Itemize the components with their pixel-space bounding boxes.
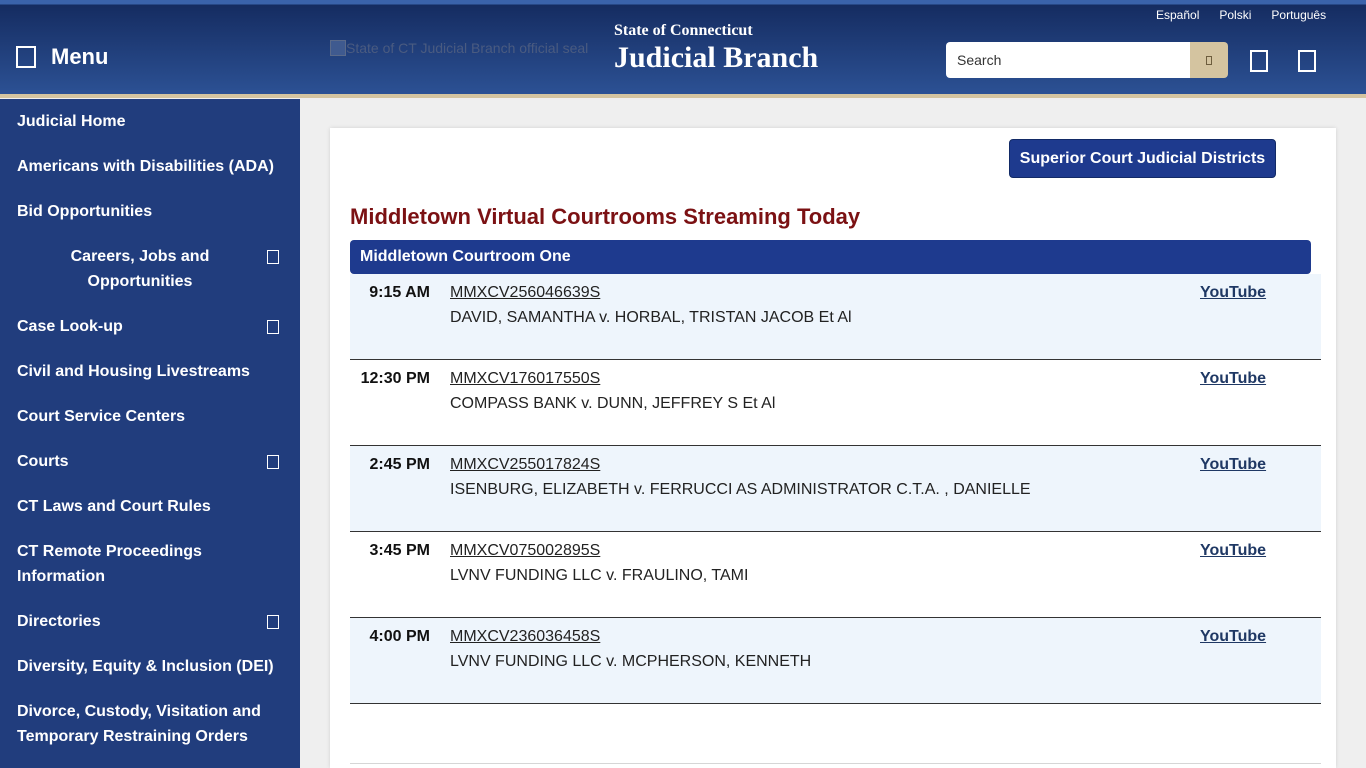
superior-court-districts-button[interactable]: Superior Court Judicial Districts	[1009, 139, 1276, 178]
expand-icon[interactable]	[267, 320, 279, 334]
sidebar-item-label: Diversity, Equity & Inclusion (DEI)	[17, 658, 274, 675]
sidebar-nav: Judicial Home Americans with Disabilitie…	[0, 99, 300, 768]
session-info: MMXCV176017550S COMPASS BANK v. DUNN, JE…	[450, 366, 775, 416]
seal-alt-text: State of CT Judicial Branch official sea…	[346, 40, 589, 56]
brand-title: Judicial Branch	[614, 41, 819, 74]
session-info: MMXCV255017824S ISENBURG, ELIZABETH v. F…	[450, 452, 1031, 502]
sidebar-item-label: CT Remote Proceedings Information	[17, 543, 202, 585]
site-brand-link[interactable]: State of Connecticut Judicial Branch	[614, 22, 818, 74]
blank-square-icon[interactable]	[1250, 50, 1268, 72]
case-number-link[interactable]: MMXCV075002895S	[450, 538, 748, 563]
session-info: MMXCV075002895S LVNV FUNDING LLC v. FRAU…	[450, 538, 748, 588]
sidebar-item-label: CT Laws and Court Rules	[17, 498, 211, 515]
language-link-portugues[interactable]: Português	[1271, 8, 1326, 22]
page-title: Middletown Virtual Courtrooms Streaming …	[350, 204, 861, 229]
case-name: LVNV FUNDING LLC v. MCPHERSON, KENNETH	[450, 653, 812, 670]
case-name: LVNV FUNDING LLC v. FRAULINO, TAMI	[450, 567, 749, 584]
expand-icon[interactable]	[267, 455, 279, 469]
search-icon	[1206, 55, 1212, 65]
case-number-link[interactable]: MMXCV255017824S	[450, 452, 1031, 477]
language-link-polski[interactable]: Polski	[1219, 8, 1251, 22]
session-info: MMXCV256046639S DAVID, SAMANTHA v. HORBA…	[450, 280, 852, 330]
sidebar-item-label: Directories	[17, 613, 101, 630]
content-card: Superior Court Judicial Districts Middle…	[330, 128, 1336, 768]
blank-square-icon[interactable]	[1298, 50, 1316, 72]
youtube-link[interactable]: YouTube	[1200, 624, 1266, 649]
expand-icon[interactable]	[267, 615, 279, 629]
session-row: 2:45 PM MMXCV255017824S ISENBURG, ELIZAB…	[350, 446, 1321, 532]
sidebar-item-label: Careers, Jobs and Opportunities	[70, 248, 210, 290]
youtube-link[interactable]: YouTube	[1200, 366, 1266, 391]
sidebar-item-label: Courts	[17, 453, 69, 470]
session-time: 9:15 AM	[369, 284, 430, 301]
session-row: 12:30 PM MMXCV176017550S COMPASS BANK v.…	[350, 360, 1321, 446]
sidebar-item-label: Case Look-up	[17, 318, 123, 335]
seal-image[interactable]: State of CT Judicial Branch official sea…	[330, 40, 588, 56]
session-time: 4:00 PM	[369, 628, 430, 645]
sidebar-item-civil-housing-livestreams[interactable]: Civil and Housing Livestreams	[0, 349, 300, 394]
site-header: Menu State of CT Judicial Branch officia…	[0, 0, 1366, 98]
case-name: COMPASS BANK v. DUNN, JEFFREY S Et Al	[450, 395, 776, 412]
session-time: 3:45 PM	[369, 542, 430, 559]
sidebar-item-label: Judicial Home	[17, 113, 126, 130]
sidebar-item-label: Americans with Disabilities (ADA)	[17, 158, 274, 175]
case-name: ISENBURG, ELIZABETH v. FERRUCCI AS ADMIN…	[450, 481, 1031, 498]
language-link-espanol[interactable]: Español	[1156, 8, 1199, 22]
language-links: Español Polski Português	[1156, 8, 1326, 22]
sidebar-item-divorce-custody[interactable]: Divorce, Custody, Visitation and Tempora…	[0, 689, 300, 759]
menu-button[interactable]: Menu	[16, 40, 108, 74]
session-info: MMXCV236036458S LVNV FUNDING LLC v. MCPH…	[450, 624, 811, 674]
expand-icon[interactable]	[267, 250, 279, 264]
sidebar-item-directories[interactable]: Directories	[0, 599, 300, 644]
session-time: 2:45 PM	[369, 456, 430, 473]
sidebar-item-label: Court Service Centers	[17, 408, 186, 425]
sidebar-item-judicial-home[interactable]: Judicial Home	[0, 99, 300, 144]
menu-label: Menu	[51, 44, 109, 69]
sidebar-item-ct-remote-proceedings[interactable]: CT Remote Proceedings Information	[0, 529, 300, 599]
session-time: 12:30 PM	[360, 370, 430, 387]
sidebar-item-label: Civil and Housing Livestreams	[17, 363, 250, 380]
session-row: 4:00 PM MMXCV236036458S LVNV FUNDING LLC…	[350, 618, 1321, 704]
search-button[interactable]	[1190, 42, 1228, 78]
case-number-link[interactable]: MMXCV256046639S	[450, 280, 852, 305]
youtube-link[interactable]: YouTube	[1200, 280, 1266, 305]
menu-icon	[16, 46, 36, 68]
sidebar-item-label: Divorce, Custody, Visitation and Tempora…	[17, 703, 261, 745]
case-number-link[interactable]: MMXCV236036458S	[450, 624, 811, 649]
sidebar-item-court-service-centers[interactable]: Court Service Centers	[0, 394, 300, 439]
sidebar-item-careers[interactable]: Careers, Jobs and Opportunities	[0, 234, 300, 304]
brand-state: State of Connecticut	[614, 22, 753, 39]
search-input[interactable]	[946, 42, 1190, 78]
sidebar-item-bid-opportunities[interactable]: Bid Opportunities	[0, 189, 300, 234]
sidebar-item-label: Bid Opportunities	[17, 203, 153, 220]
sidebar-item-ct-laws-court-rules[interactable]: CT Laws and Court Rules	[0, 484, 300, 529]
broken-image-icon	[330, 40, 346, 56]
youtube-link[interactable]: YouTube	[1200, 538, 1266, 563]
section-divider	[350, 763, 1321, 764]
case-number-link[interactable]: MMXCV176017550S	[450, 366, 775, 391]
session-row: 3:45 PM MMXCV075002895S LVNV FUNDING LLC…	[350, 532, 1321, 618]
case-name: DAVID, SAMANTHA v. HORBAL, TRISTAN JACOB…	[450, 309, 852, 326]
search-form	[946, 42, 1228, 78]
session-list: 9:15 AM MMXCV256046639S DAVID, SAMANTHA …	[350, 274, 1321, 704]
sidebar-item-dei[interactable]: Diversity, Equity & Inclusion (DEI)	[0, 644, 300, 689]
youtube-link[interactable]: YouTube	[1200, 452, 1266, 477]
sidebar-item-ada[interactable]: Americans with Disabilities (ADA)	[0, 144, 300, 189]
courtroom-header: Middletown Courtroom One	[350, 240, 1311, 274]
sidebar-item-case-look-up[interactable]: Case Look-up	[0, 304, 300, 349]
session-row: 9:15 AM MMXCV256046639S DAVID, SAMANTHA …	[350, 274, 1321, 360]
sidebar-item-courts[interactable]: Courts	[0, 439, 300, 484]
